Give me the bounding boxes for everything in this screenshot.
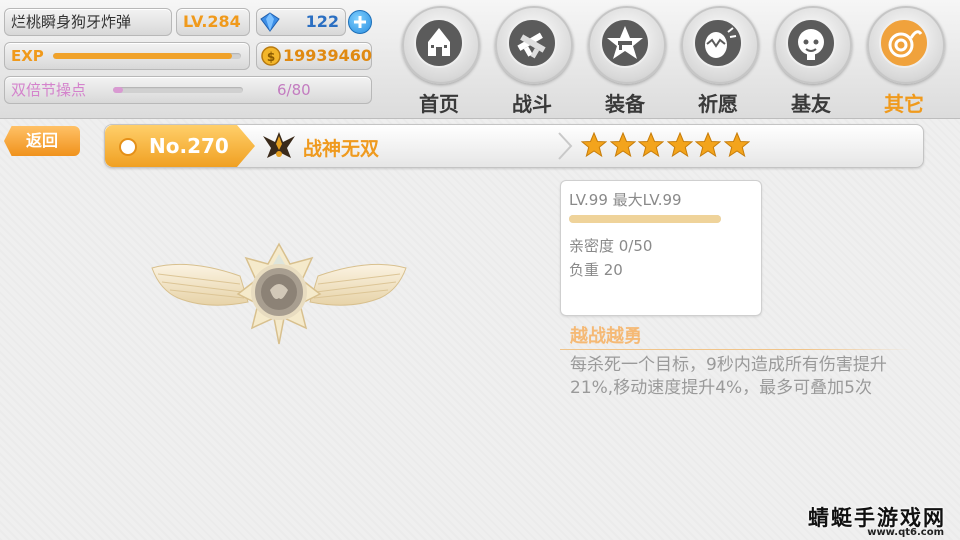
nav-equipment[interactable]: 装备 <box>584 4 666 116</box>
item-number: No.270 <box>149 134 229 158</box>
diamond-icon <box>260 12 280 32</box>
weight: 负重 20 <box>569 261 623 279</box>
stats-card: LV.99 最大LV.99 亲密度 0/50 负重 20 <box>560 180 762 316</box>
eagle-emblem-icon <box>263 132 295 158</box>
item-name: 战神无双 <box>303 138 380 160</box>
skill-divider <box>560 349 912 350</box>
radio-dot-icon <box>119 138 137 156</box>
skill-title: 越战越勇 <box>570 326 642 347</box>
nav-home-label: 首页 <box>419 92 459 116</box>
nav-equipment-label: 装备 <box>605 92 645 116</box>
item-number-tag: No.270 <box>105 125 255 167</box>
star-icon <box>609 132 636 158</box>
nav-wish[interactable]: 祈愿 <box>677 4 759 116</box>
watermark-url: www.qt6.com <box>867 527 944 538</box>
exp-bar <box>53 53 241 59</box>
wish-egg-icon <box>705 27 737 58</box>
nav-equipment-circle <box>588 6 666 84</box>
event-points-label: 双倍节操点 <box>11 81 87 99</box>
exp-label: EXP <box>11 47 44 65</box>
player-name: 烂桃瞬身狗牙炸弹 <box>11 13 132 31</box>
item-title-bar: No.270 战神无双 <box>104 124 924 168</box>
level-bar <box>569 215 721 223</box>
nav-battle-label: 战斗 <box>512 92 552 116</box>
nav-wish-label: 祈愿 <box>698 92 738 116</box>
event-points-bar-fill <box>113 87 123 93</box>
nav-wish-circle <box>681 6 759 84</box>
castle-icon <box>428 28 450 56</box>
nav-other[interactable]: 其它 <box>863 4 945 116</box>
intimacy: 亲密度 0/50 <box>569 237 653 255</box>
add-gems-button[interactable] <box>348 10 372 34</box>
back-button[interactable]: 返回 <box>4 126 80 156</box>
nav-home-circle <box>402 6 480 84</box>
nav-other-label: 其它 <box>884 92 924 116</box>
star-icon <box>695 132 721 158</box>
gem-count: 122 <box>305 12 339 31</box>
star-icon <box>581 132 607 158</box>
nav-friends-label: 基友 <box>791 92 831 116</box>
star-icon <box>638 132 664 158</box>
event-points-box: 双倍节操点 6/80 <box>4 76 372 104</box>
crossed-guns-icon <box>517 32 546 59</box>
level-info: LV.99 最大LV.99 <box>569 191 682 209</box>
top-header: 烂桃瞬身狗牙炸弹 LV.284 122 EXP $ 19939460 双倍节操点 <box>0 0 960 119</box>
other-swirl-icon <box>888 30 923 58</box>
plus-icon <box>354 16 366 28</box>
exp-bar-fill <box>53 53 232 59</box>
coin-count: 19939460 <box>283 46 373 65</box>
chevron-right-icon <box>558 132 573 160</box>
event-points-bar <box>113 87 243 93</box>
friend-face-icon <box>798 29 824 60</box>
nav-home[interactable]: 首页 <box>398 4 480 116</box>
star-icon <box>666 132 693 158</box>
coin-icon: $ <box>261 46 281 66</box>
exp-box: EXP <box>4 42 250 70</box>
war-god-badge-image <box>151 242 407 345</box>
player-name-box[interactable]: 烂桃瞬身狗牙炸弹 <box>4 8 172 36</box>
gem-box: 122 <box>256 8 346 36</box>
svg-text:$: $ <box>267 50 275 64</box>
nav-battle[interactable]: 战斗 <box>491 4 573 116</box>
event-points-value: 6/80 <box>277 81 311 99</box>
player-level-box: LV.284 <box>176 8 250 36</box>
skill-description: 每杀死一个目标，9秒内造成所有伤害提升21%,移动速度提升4%，最多可叠加5次 <box>570 355 887 398</box>
nav-other-circle <box>867 6 945 84</box>
star-icon <box>723 132 750 158</box>
star-gun-icon <box>607 26 643 59</box>
coin-box: $ 19939460 <box>256 42 372 70</box>
nav-friends-circle <box>774 6 852 84</box>
level-bar-fill <box>569 215 721 223</box>
nav-battle-circle <box>495 6 573 84</box>
nav-friends[interactable]: 基友 <box>770 4 852 116</box>
player-level: LV.284 <box>183 12 241 31</box>
